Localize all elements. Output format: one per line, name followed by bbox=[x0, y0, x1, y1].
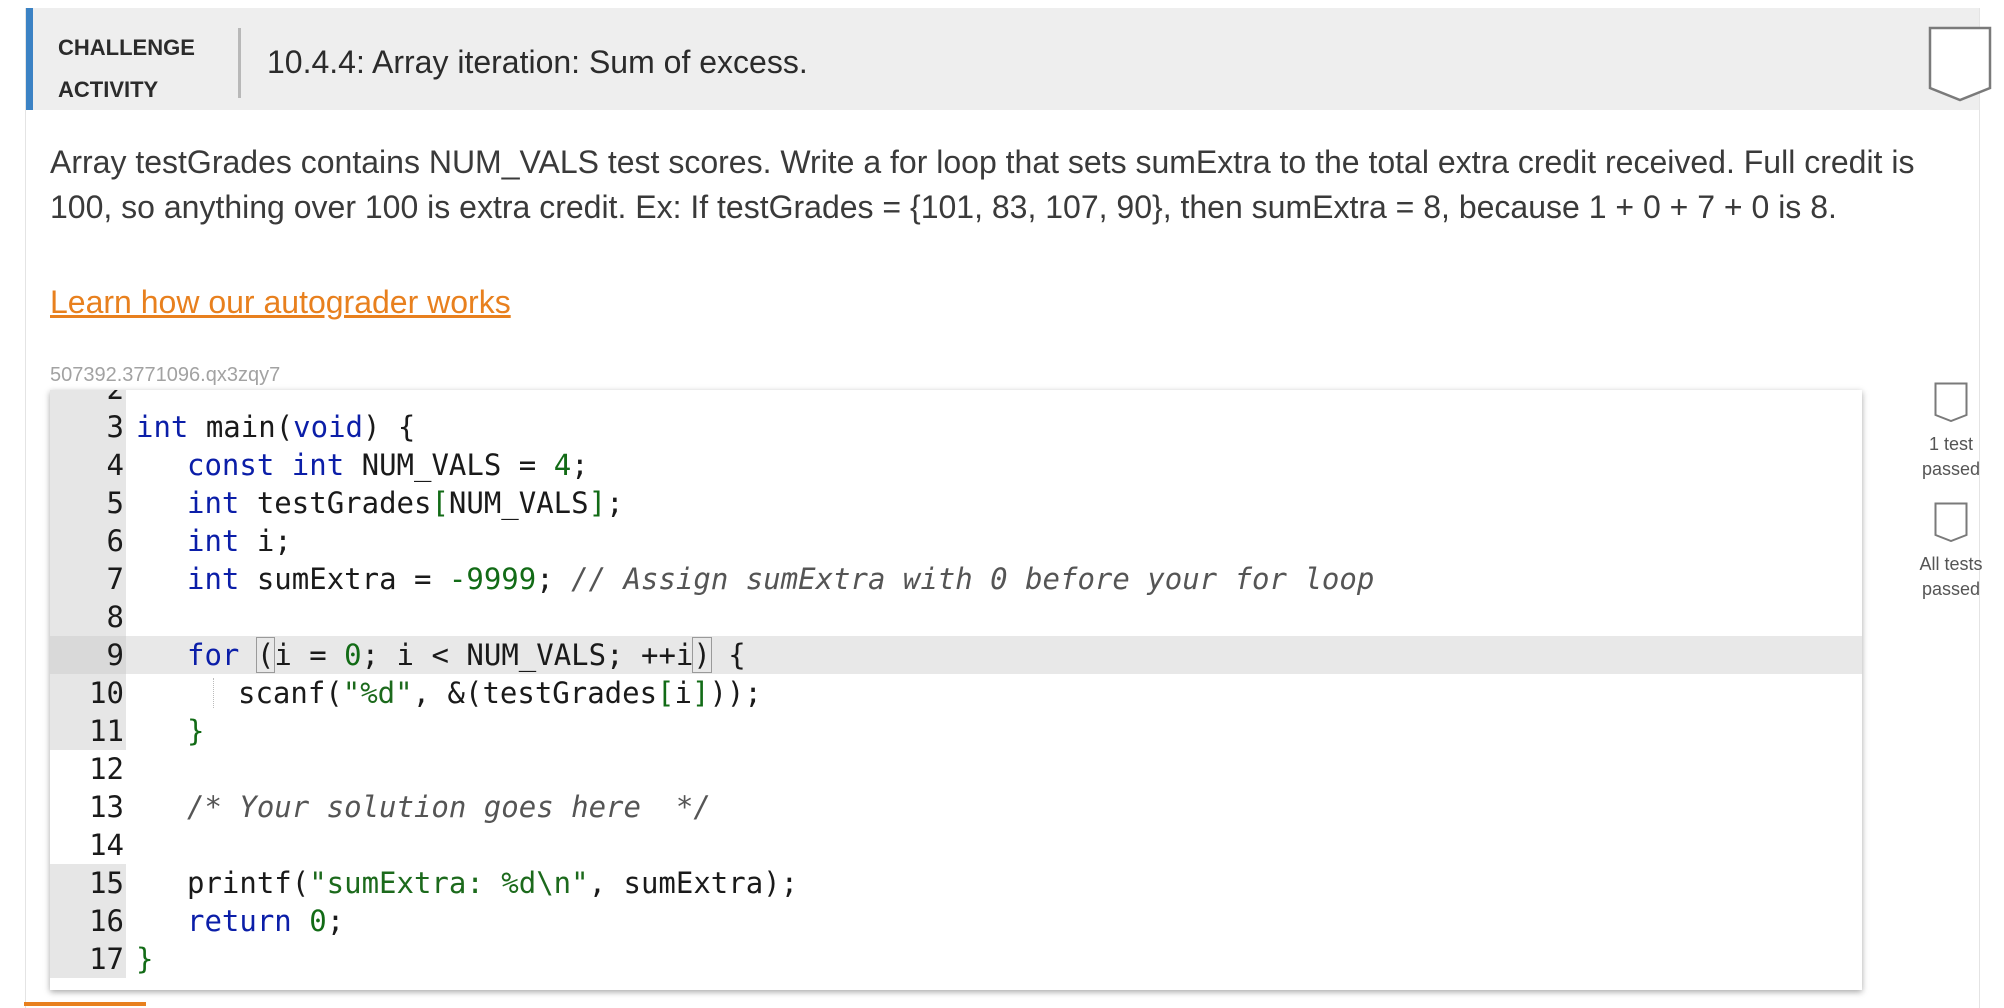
code-line: 10 scanf("%d", &(testGrades[i])); bbox=[50, 674, 1862, 712]
line-number: 10 bbox=[50, 674, 126, 712]
code-text: return 0; bbox=[187, 904, 345, 938]
test-status-label: 1 test passed bbox=[1906, 432, 1996, 482]
activity-header: CHALLENGE ACTIVITY 10.4.4: Array iterati… bbox=[26, 8, 1992, 111]
code-text: } bbox=[136, 942, 154, 976]
line-number: 4 bbox=[50, 446, 126, 484]
code-line: 15 printf("sumExtra: %d\n", sumExtra); bbox=[50, 864, 1862, 902]
line-number: 8 bbox=[50, 598, 126, 636]
completion-badge-icon bbox=[1928, 26, 1992, 102]
code-line-active: 9 for (i = 0; i < NUM_VALS; ++i) { bbox=[50, 636, 1862, 674]
line-number: 7 bbox=[50, 560, 126, 598]
test-badge-icon bbox=[1934, 502, 1968, 542]
line-number: 6 bbox=[50, 522, 126, 560]
line-number: 9 bbox=[50, 636, 126, 674]
code-editor[interactable]: 2 3 int main(void) { 4 const int NUM_VAL… bbox=[50, 390, 1862, 990]
code-line: 4 const int NUM_VALS = 4; bbox=[50, 446, 1862, 484]
activity-description: Array testGrades contains NUM_VALS test … bbox=[50, 144, 1915, 225]
code-text: for (i = 0; i < NUM_VALS; ++i) { bbox=[187, 637, 746, 673]
activity-type-label: CHALLENGE ACTIVITY bbox=[58, 27, 238, 111]
activity-type-line1: CHALLENGE bbox=[58, 35, 195, 60]
code-line: 2 bbox=[50, 390, 1862, 408]
autograder-help-link[interactable]: Learn how our autograder works bbox=[50, 284, 511, 321]
line-number: 11 bbox=[50, 712, 126, 750]
line-number: 17 bbox=[50, 940, 126, 978]
line-number: 2 bbox=[50, 390, 126, 408]
code-line: 3 int main(void) { bbox=[50, 408, 1862, 446]
test-status-all: All tests passed bbox=[1906, 502, 1996, 602]
test-status-one: 1 test passed bbox=[1906, 382, 1996, 482]
test-badge-icon bbox=[1934, 382, 1968, 422]
activity-id: 507392.3771096.qx3zqy7 bbox=[50, 364, 281, 386]
code-line: 6 int i; bbox=[50, 522, 1862, 560]
run-button-edge[interactable] bbox=[24, 1002, 146, 1006]
activity-type-line2: ACTIVITY bbox=[58, 77, 159, 102]
line-number: 12 bbox=[89, 752, 124, 786]
challenge-activity-card: CHALLENGE ACTIVITY 10.4.4: Array iterati… bbox=[25, 8, 1992, 1008]
code-line: 5 int testGrades[NUM_VALS]; bbox=[50, 484, 1862, 522]
test-status-label: All tests passed bbox=[1906, 552, 1996, 602]
code-text: int i; bbox=[187, 524, 292, 558]
code-line: 7 int sumExtra = -9999; // Assign sumExt… bbox=[50, 560, 1862, 598]
line-number: 3 bbox=[50, 408, 126, 446]
test-status-line2: passed bbox=[1921, 459, 1981, 479]
code-line: 17 } bbox=[50, 940, 1862, 978]
test-status-line2: passed bbox=[1921, 579, 1981, 599]
code-text: const int NUM_VALS = 4; bbox=[187, 448, 589, 482]
line-number: 5 bbox=[50, 484, 126, 522]
solution-placeholder-comment: /* Your solution goes here */ bbox=[187, 790, 711, 824]
line-number: 13 bbox=[89, 790, 124, 824]
code-line: 11 } bbox=[50, 712, 1862, 750]
code-line-editable[interactable]: 14 bbox=[50, 826, 1862, 864]
code-text: printf("sumExtra: %d\n", sumExtra); bbox=[187, 866, 799, 900]
code-text: scanf("%d", &(testGrades[i])); bbox=[238, 676, 762, 710]
code-text: int main(void) { bbox=[136, 410, 416, 444]
code-line: 8 bbox=[50, 598, 1862, 636]
code-line: 16 return 0; bbox=[50, 902, 1862, 940]
code-text: int testGrades[NUM_VALS]; bbox=[187, 486, 624, 520]
activity-title: 10.4.4: Array iteration: Sum of excess. bbox=[267, 44, 808, 80]
test-status-line1: All tests bbox=[1919, 554, 1983, 574]
test-status-line1: 1 test bbox=[1928, 434, 1974, 454]
code-line-editable[interactable]: 12 bbox=[50, 750, 1862, 788]
line-number: 14 bbox=[89, 828, 124, 862]
line-number: 16 bbox=[50, 902, 126, 940]
indent-guide bbox=[213, 678, 214, 708]
line-number: 15 bbox=[50, 864, 126, 902]
header-divider bbox=[238, 28, 241, 98]
code-text: } bbox=[187, 714, 205, 748]
code-text: int sumExtra = -9999; // Assign sumExtra… bbox=[187, 562, 1375, 596]
code-line-editable[interactable]: 13 /* Your solution goes here */ bbox=[50, 788, 1862, 826]
